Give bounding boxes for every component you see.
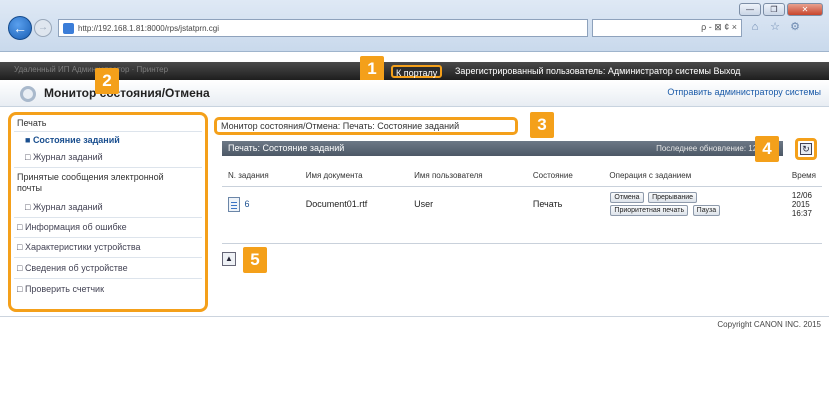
address-url: http://192.168.1.81:8000/rps/jstatprn.cg… bbox=[78, 23, 219, 33]
sidebar-section-email[interactable]: Принятые сообщения электронной bbox=[17, 172, 164, 182]
browser-toolbar-icons: ⌂ ☆ ⚙ bbox=[748, 20, 802, 34]
sidebar-item-job-log[interactable]: □ Журнал заданий bbox=[25, 152, 103, 162]
column-header: Время bbox=[785, 170, 822, 187]
page-header: Монитор состояния/Отмена Отправить админ… bbox=[0, 80, 829, 107]
table-header-row: N. задания Имя документа Имя пользовател… bbox=[222, 170, 822, 187]
sidebar-item-check-counter[interactable]: □ Проверить счетчик bbox=[17, 284, 104, 294]
pause-button[interactable]: Пауза bbox=[692, 205, 721, 216]
jobs-table: N. задания Имя документа Имя пользовател… bbox=[222, 170, 822, 222]
table-row: 6 Document01.rtf User Печать Отмена Прер… bbox=[222, 186, 822, 222]
logged-in-user: Зарегистрированный пользователь: Админис… bbox=[455, 66, 741, 76]
maximize-button[interactable]: ❐ bbox=[763, 3, 785, 16]
device-name: Удаленный ИП Администратор · Принтер bbox=[14, 65, 169, 74]
panel-title: Печать: Состояние заданий bbox=[228, 143, 345, 153]
sidebar-section-print[interactable]: Печать bbox=[17, 118, 46, 128]
sidebar-item-label: Информация об ошибке bbox=[24, 222, 127, 232]
divider bbox=[14, 237, 202, 238]
column-header: Операция с заданием bbox=[603, 170, 786, 187]
sidebar-item-label: Проверить счетчик bbox=[24, 284, 105, 294]
divider bbox=[222, 243, 822, 244]
copyright: Copyright CANON INC. 2015 bbox=[717, 320, 821, 329]
sidebar-item-device-info[interactable]: □ Сведения об устройстве bbox=[17, 263, 128, 273]
panel-header: Печать: Состояние заданий Последнее обно… bbox=[222, 141, 783, 156]
job-operations: Отмена Прерывание Приоритетная печать Па… bbox=[603, 186, 786, 222]
document-icon bbox=[228, 196, 240, 212]
sidebar-item-label: Журнал заданий bbox=[32, 202, 103, 212]
sidebar-item-error-info[interactable]: □ Информация об ошибке bbox=[17, 222, 127, 232]
address-bar[interactable]: http://192.168.1.81:8000/rps/jstatprn.cg… bbox=[58, 19, 588, 37]
back-to-top-button[interactable]: ▲ bbox=[222, 252, 236, 266]
refresh-button[interactable]: ↻ bbox=[795, 138, 817, 160]
job-number-cell[interactable]: 6 bbox=[222, 186, 300, 222]
close-button[interactable]: ✕ bbox=[787, 3, 823, 16]
column-header: Имя пользователя bbox=[408, 170, 527, 187]
address-controls[interactable]: ρ - ⊠ ¢ × bbox=[592, 19, 742, 37]
divider bbox=[14, 217, 202, 218]
divider bbox=[14, 278, 202, 279]
callout-5: 5 bbox=[243, 247, 267, 273]
job-status: Печать bbox=[532, 199, 563, 209]
gear-icon[interactable]: ⚙ bbox=[788, 20, 802, 34]
page-title: Монитор состояния/Отмена bbox=[44, 86, 210, 100]
breadcrumb: Монитор состояния/Отмена: Печать: Состоя… bbox=[214, 117, 518, 135]
back-arrow-icon[interactable]: ← bbox=[8, 16, 32, 40]
cancel-button[interactable]: Отмена bbox=[610, 192, 644, 203]
portal-link[interactable]: К порталу bbox=[391, 65, 443, 78]
sidebar-item-label: Состояние заданий bbox=[32, 135, 120, 145]
window-controls: — ❐ ✕ bbox=[739, 3, 823, 16]
sidebar-item-label: Сведения об устройстве bbox=[24, 263, 128, 273]
send-to-admin-link[interactable]: Отправить администратору системы bbox=[667, 87, 821, 97]
sidebar-item-label: Характеристики устройства bbox=[24, 242, 141, 252]
sidebar: Печать ■ Состояние заданий □ Журнал зада… bbox=[8, 112, 208, 312]
divider bbox=[14, 131, 202, 132]
priority-print-button[interactable]: Приоритетная печать bbox=[610, 205, 689, 216]
sidebar-item-device-features[interactable]: □ Характеристики устройства bbox=[17, 242, 141, 252]
column-header: Состояние bbox=[526, 170, 604, 187]
callout-3: 3 bbox=[530, 112, 554, 138]
sidebar-item-job-status[interactable]: ■ Состояние заданий bbox=[25, 135, 120, 145]
home-icon[interactable]: ⌂ bbox=[748, 20, 762, 34]
minimize-button[interactable]: — bbox=[739, 3, 761, 16]
favicon-icon bbox=[63, 22, 74, 34]
sidebar-item-label: Журнал заданий bbox=[32, 152, 103, 162]
user-name: User bbox=[414, 199, 434, 209]
column-header: Имя документа bbox=[299, 170, 409, 187]
job-number[interactable]: 6 bbox=[245, 198, 250, 208]
browser-chrome: — ❐ ✕ ← → http://192.168.1.81:8000/rps/j… bbox=[0, 0, 829, 52]
refresh-icon: ↻ bbox=[800, 143, 812, 155]
monitor-icon bbox=[20, 86, 36, 102]
callout-1: 1 bbox=[360, 56, 384, 82]
top-navigation-bar: Удаленный ИП Администратор · Принтер К п… bbox=[0, 62, 829, 80]
callout-4: 4 bbox=[755, 136, 779, 162]
forward-arrow-icon[interactable]: → bbox=[34, 19, 52, 37]
callout-2: 2 bbox=[95, 68, 119, 94]
sidebar-item-email-log[interactable]: □ Журнал заданий bbox=[25, 202, 103, 212]
document-name: Document01.rtf bbox=[305, 199, 368, 209]
footer-divider bbox=[0, 316, 829, 317]
sidebar-section-email-cont[interactable]: почты bbox=[17, 183, 42, 193]
column-header: N. задания bbox=[222, 170, 300, 187]
job-time: 12/06 2015 16:37 bbox=[791, 190, 812, 218]
star-icon[interactable]: ☆ bbox=[768, 20, 782, 34]
divider bbox=[14, 167, 202, 168]
divider bbox=[14, 257, 202, 258]
interrupt-button[interactable]: Прерывание bbox=[648, 192, 698, 203]
